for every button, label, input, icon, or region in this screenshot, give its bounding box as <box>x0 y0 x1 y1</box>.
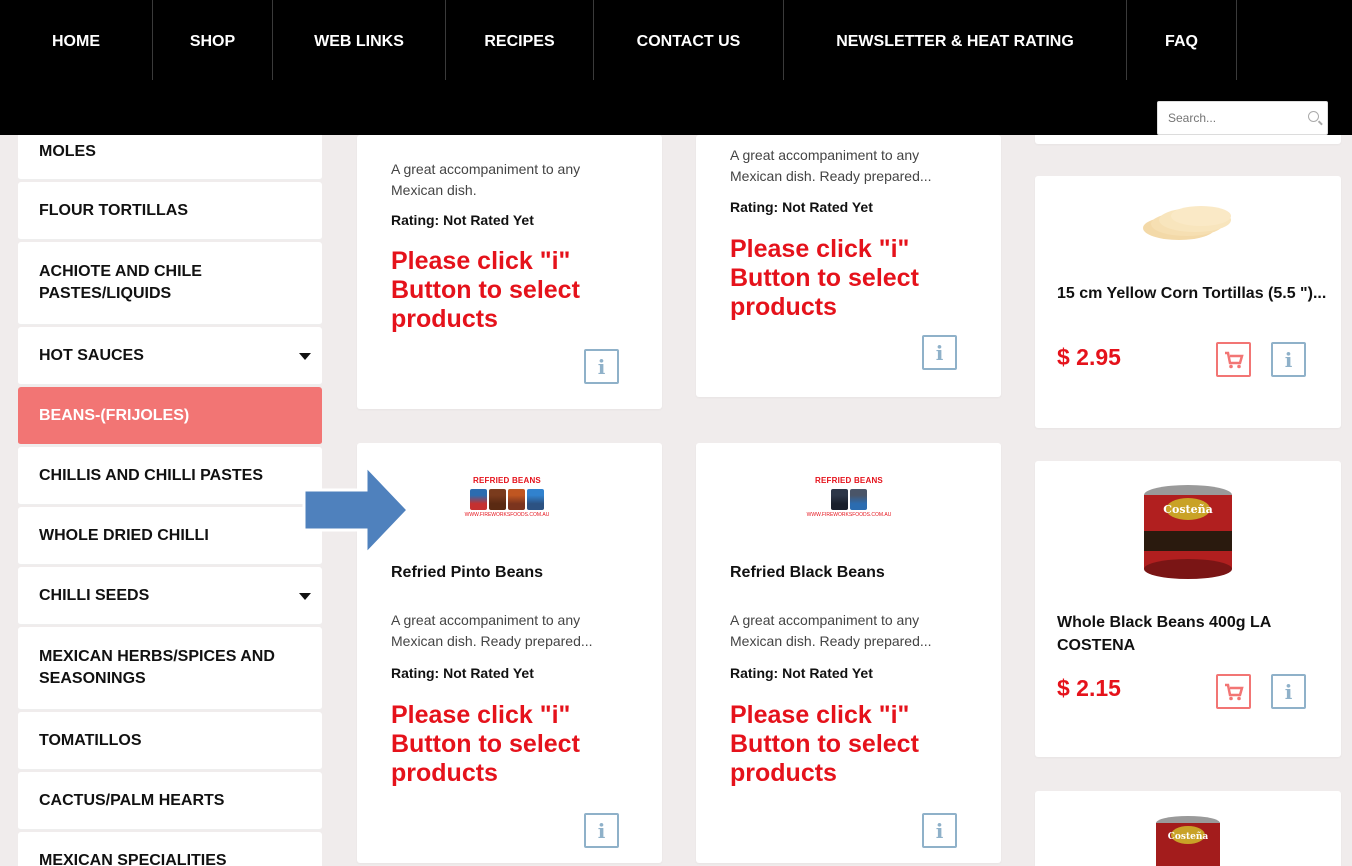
sidebar-item-tomatillos[interactable]: TOMATILLOS <box>18 712 322 770</box>
sidebar-item-chilli-seeds[interactable]: CHILLI SEEDS <box>18 567 322 625</box>
sidebar-item-specialities[interactable]: MEXICAN SPECIALITIES <box>18 832 322 866</box>
nav-home[interactable]: HOME <box>0 0 153 80</box>
product-name[interactable]: Refried Black Beans <box>730 561 885 584</box>
product-card: 15 cm Yellow Corn Tortillas (5.5 ")... $… <box>1035 176 1341 428</box>
product-price: $ 2.15 <box>1057 675 1121 701</box>
annotation-arrow-icon <box>302 462 411 558</box>
sidebar-item-chillis-pastes[interactable]: CHILLIS AND CHILLI PASTES <box>18 447 322 505</box>
thumb-url: WWW.FIREWORKSFOODS.COM.AU <box>806 512 892 518</box>
info-icon: i <box>1284 679 1293 704</box>
sidebar-item-label: HOT SAUCES <box>39 346 144 364</box>
sidebar-item-label: MOLES <box>39 143 96 160</box>
sidebar-item-label: CHILLI SEEDS <box>39 586 150 604</box>
sidebar-item-label: MEXICAN SPECIALITIES <box>39 851 227 866</box>
product-card: A great accompaniment to any Mexican dis… <box>357 135 662 409</box>
search-box <box>1157 101 1328 135</box>
info-button[interactable]: i <box>1271 342 1306 377</box>
select-notice: Please click "i" Button to select produc… <box>391 247 580 333</box>
info-button[interactable]: i <box>922 335 957 370</box>
product-description: A great accompaniment to any Mexican dis… <box>730 612 932 649</box>
product-rating: Rating: Not Rated Yet <box>391 665 534 681</box>
product-card: Costeña <box>1035 791 1341 866</box>
sidebar-item-whole-dried-chilli[interactable]: WHOLE DRIED CHILLI <box>18 507 322 565</box>
product-description: A great accompaniment to any Mexican dis… <box>730 147 932 184</box>
category-sidebar: MOLES FLOUR TORTILLAS ACHIOTE AND CHILE … <box>18 135 322 866</box>
sidebar-item-cactus[interactable]: CACTUS/PALM HEARTS <box>18 772 322 830</box>
info-button[interactable]: i <box>922 813 957 848</box>
sidebar-item-beans[interactable]: BEANS-(FRIJOLES) <box>18 387 322 445</box>
select-notice: Please click "i" Button to select produc… <box>391 701 580 787</box>
sidebar-item-label: CACTUS/PALM HEARTS <box>39 791 225 809</box>
nav-faq[interactable]: FAQ <box>1127 0 1237 80</box>
search-icon[interactable] <box>1308 111 1319 122</box>
info-button[interactable]: i <box>1271 674 1306 709</box>
chevron-down-icon[interactable] <box>299 592 311 600</box>
info-icon: i <box>935 340 944 365</box>
info-icon: i <box>597 354 606 379</box>
sidebar-item-label: BEANS-(FRIJOLES) <box>39 406 190 424</box>
product-card: REFRIED BEANS WWW.FIREWORKSFOODS.COM.AU … <box>696 443 1001 863</box>
nav-contact-us[interactable]: CONTACT US <box>594 0 784 80</box>
search-input[interactable] <box>1158 102 1298 134</box>
info-button[interactable]: i <box>584 813 619 848</box>
nav-web-links[interactable]: WEB LINKS <box>273 0 446 80</box>
cans-image <box>442 489 572 510</box>
sidebar-item-hot-sauces[interactable]: HOT SAUCES <box>18 327 322 385</box>
product-card: Costeña Whole Black Beans 400g LA COSTEN… <box>1035 461 1341 757</box>
info-button[interactable]: i <box>584 349 619 384</box>
sidebar-item-herbs-spices[interactable]: MEXICAN HERBS/SPICES AND SEASONINGS <box>18 627 322 710</box>
product-rating: Rating: Not Rated Yet <box>730 665 873 681</box>
nav-shop[interactable]: SHOP <box>153 0 273 80</box>
product-price: $ 2.95 <box>1057 344 1121 370</box>
sidebar-item-flour-tortillas[interactable]: FLOUR TORTILLAS <box>18 182 322 240</box>
sidebar-item-label: ACHIOTE AND CHILE PASTES/LIQUIDS <box>39 263 202 302</box>
product-description: A great accompaniment to any Mexican dis… <box>391 612 593 649</box>
tortillas-image[interactable] <box>1135 196 1235 244</box>
nav-newsletter[interactable]: NEWSLETTER & HEAT RATING <box>784 0 1127 80</box>
product-name[interactable]: Whole Black Beans 400g LA COSTENA <box>1057 611 1327 657</box>
thumb-title: REFRIED BEANS <box>473 476 541 485</box>
info-icon: i <box>1284 347 1293 372</box>
cart-icon <box>1224 351 1244 368</box>
add-to-cart-button[interactable] <box>1216 342 1251 377</box>
sidebar-item-achiote[interactable]: ACHIOTE AND CHILE PASTES/LIQUIDS <box>18 242 322 325</box>
product-card <box>1035 135 1341 144</box>
main-nav: HOME SHOP WEB LINKS RECIPES CONTACT US N… <box>0 0 1237 80</box>
tomatillos-can-image[interactable]: Costeña <box>1153 815 1223 866</box>
product-name[interactable]: Refried Pinto Beans <box>391 561 543 584</box>
info-icon: i <box>597 818 606 843</box>
thumb-title: REFRIED BEANS <box>815 476 883 485</box>
sidebar-item-label: CHILLIS AND CHILLI PASTES <box>39 466 263 484</box>
product-card: A great accompaniment to any Mexican dis… <box>696 135 1001 397</box>
site-header: HOME SHOP WEB LINKS RECIPES CONTACT US N… <box>0 0 1352 135</box>
add-to-cart-button[interactable] <box>1216 674 1251 709</box>
sidebar-item-label: TOMATILLOS <box>39 731 142 749</box>
info-icon: i <box>935 818 944 843</box>
product-rating: Rating: Not Rated Yet <box>391 212 534 228</box>
cart-icon <box>1224 683 1244 700</box>
product-name[interactable]: 15 cm Yellow Corn Tortillas (5.5 ")... <box>1057 282 1327 305</box>
thumb-url: WWW.FIREWORKSFOODS.COM.AU <box>464 512 550 518</box>
select-notice: Please click "i" Button to select produc… <box>730 235 919 321</box>
select-notice: Please click "i" Button to select produc… <box>730 701 919 787</box>
sidebar-item-label: MEXICAN HERBS/SPICES AND SEASONINGS <box>39 648 275 687</box>
sidebar-item-label: FLOUR TORTILLAS <box>39 201 189 219</box>
nav-recipes[interactable]: RECIPES <box>446 0 594 80</box>
can-logo-text: Costeña <box>1163 503 1213 516</box>
cans-image <box>784 489 914 510</box>
sidebar-item-moles[interactable]: MOLES <box>18 135 322 180</box>
product-rating: Rating: Not Rated Yet <box>730 199 873 215</box>
chevron-down-icon[interactable] <box>299 352 311 360</box>
can-logo-text: Costeña <box>1168 831 1209 842</box>
black-beans-can-image[interactable]: Costeña <box>1138 483 1238 583</box>
product-image[interactable]: REFRIED BEANS WWW.FIREWORKSFOODS.COM.AU <box>442 476 572 518</box>
product-description: A great accompaniment to any Mexican dis… <box>391 161 581 198</box>
product-image[interactable]: REFRIED BEANS WWW.FIREWORKSFOODS.COM.AU <box>784 476 914 518</box>
sidebar-item-label: WHOLE DRIED CHILLI <box>39 526 209 544</box>
